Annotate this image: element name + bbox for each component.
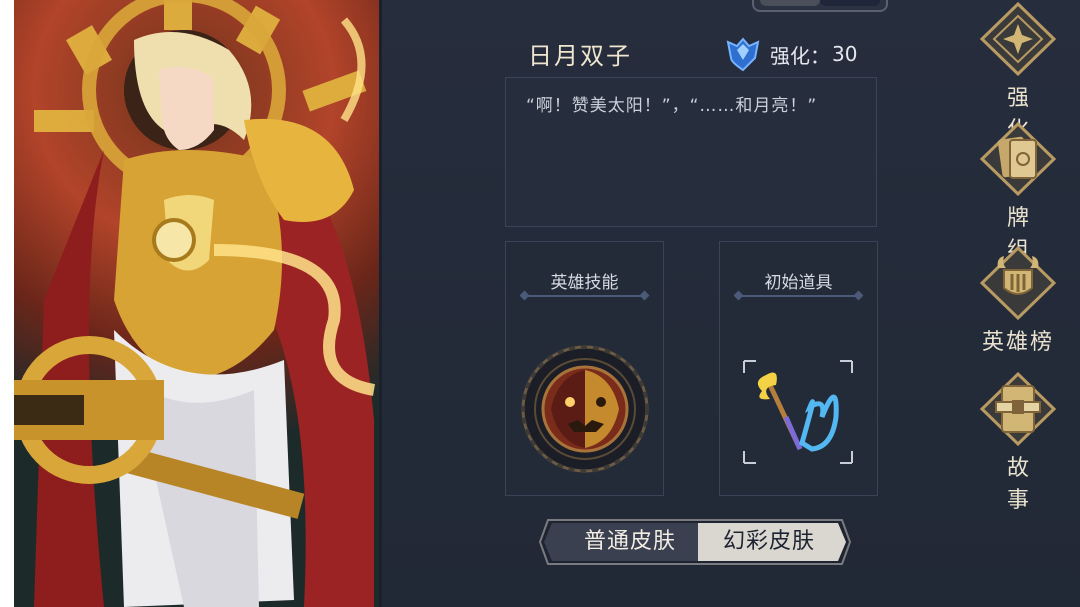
- top-tab-segment-left[interactable]: [760, 0, 820, 6]
- hero-skill-divider: [524, 295, 645, 297]
- enhance-label: 强化：: [770, 43, 830, 68]
- staff-item-icon[interactable]: [740, 357, 856, 467]
- left-edge: [0, 0, 14, 607]
- side-menu-deck[interactable]: 牌组: [972, 122, 1064, 264]
- top-tab-segment-right[interactable]: [820, 0, 880, 6]
- colorful-skin-tab[interactable]: 幻彩皮肤: [700, 518, 838, 566]
- hero-quote: “啊！赞美太阳！”，“……和月亮！”: [526, 96, 818, 116]
- starting-item-divider: [738, 295, 859, 297]
- hero-ranking-icon: [979, 246, 1057, 320]
- deck-icon: [979, 122, 1057, 196]
- sun-moon-mask-icon[interactable]: [518, 342, 652, 476]
- enhance-level: 强化： 30: [724, 36, 857, 72]
- hero-skill-title: 英雄技能: [550, 273, 619, 293]
- hero-portrait: [14, 0, 379, 607]
- starting-item-title: 初始道具: [764, 273, 833, 293]
- starting-item-card[interactable]: 初始道具: [719, 241, 878, 496]
- hero-quote-box: “啊！赞美太阳！”，“……和月亮！”: [505, 77, 877, 227]
- skin-toggle[interactable]: 普通皮肤 幻彩皮肤: [538, 518, 852, 566]
- enhance-value: 30: [832, 42, 858, 66]
- hero-skill-card[interactable]: 英雄技能: [505, 241, 664, 496]
- hero-illustration: [14, 0, 376, 607]
- side-menu-hero-ranking[interactable]: 英雄榜: [972, 246, 1064, 356]
- hero-name: 日月双子: [528, 42, 632, 70]
- side-menu-hero-ranking-label: 英雄榜: [981, 330, 1054, 355]
- top-tab-switch[interactable]: [752, 0, 888, 12]
- side-menu-story-label: 故事: [1006, 456, 1051, 513]
- normal-skin-tab[interactable]: 普通皮肤: [560, 518, 700, 566]
- game-screen: 日月双子 强化： 30 “啊！赞美太阳！”，“……和月亮！” 英雄技能 初始道具: [0, 0, 1080, 607]
- side-menu-story[interactable]: 故事: [972, 372, 1064, 514]
- enhance-icon: [979, 2, 1057, 76]
- enhance-shield-icon: [726, 37, 760, 72]
- story-icon: [979, 372, 1057, 446]
